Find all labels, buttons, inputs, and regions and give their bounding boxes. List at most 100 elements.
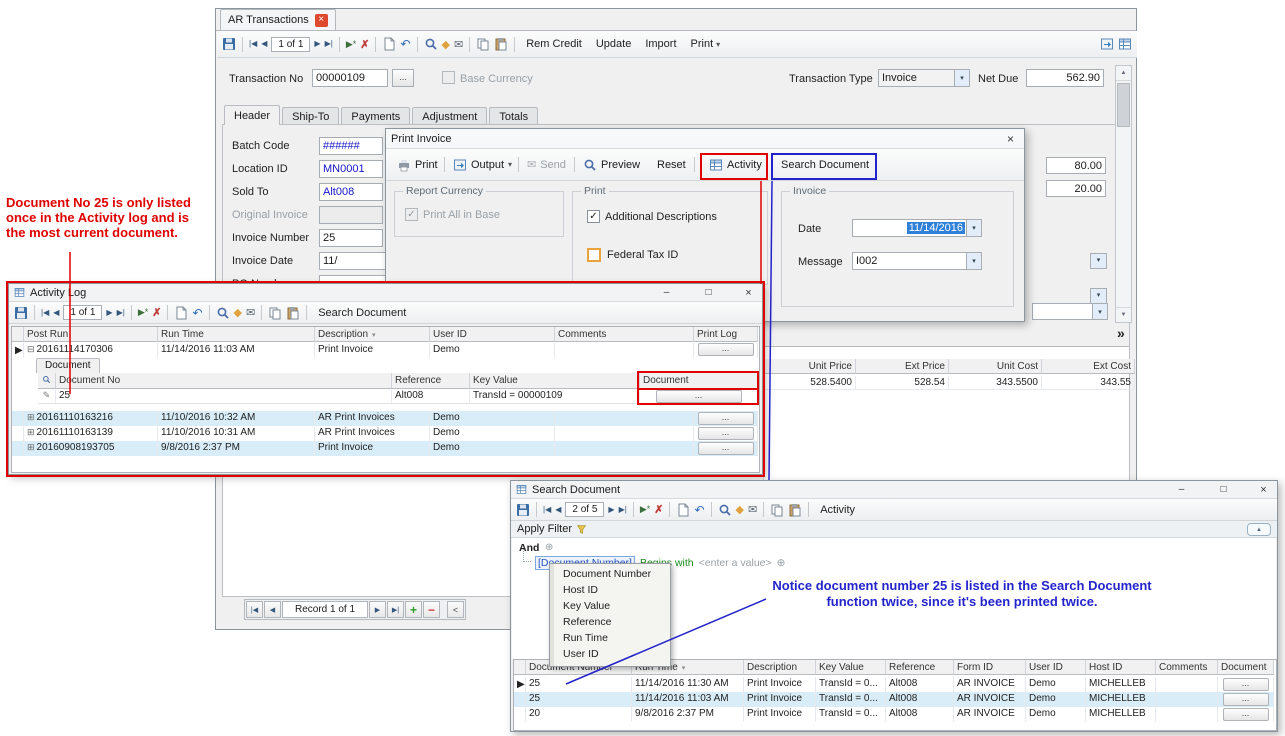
document-button[interactable]: ... [1223,678,1269,691]
nav-last-icon[interactable]: ▶| [325,37,333,51]
delete-record-button[interactable]: − [423,601,440,618]
tab-ship-to[interactable]: Ship-To [282,107,339,125]
transaction-no-input[interactable]: 00000109 [312,69,388,87]
nav-next-icon[interactable]: ▶ [314,37,320,51]
table-row[interactable]: ▶ 25 11/14/2016 11:30 AM Print Invoice T… [514,677,1274,692]
activity-log-titlebar[interactable]: Activity Log [9,284,762,302]
save-icon[interactable] [14,306,28,320]
location-id-input[interactable]: MN0001 [319,160,383,178]
email-icon[interactable]: ✉ [748,503,757,516]
nav-first-icon[interactable]: |◀ [543,503,551,517]
new-page-icon[interactable] [676,503,690,517]
preview-icon[interactable] [424,37,438,51]
more-columns-chevron[interactable]: » [1117,325,1125,341]
nav-last-icon[interactable]: ▶| [619,503,627,517]
dialog-close-icon[interactable]: × [1003,132,1018,146]
col-header-unit-price[interactable]: Unit Price [763,359,856,374]
save-icon[interactable] [516,503,530,517]
copy-icon[interactable] [268,306,282,320]
copy-icon[interactable] [476,37,490,51]
collapse-filter-button[interactable]: ▲ [1247,523,1271,536]
new-page-icon[interactable] [174,306,188,320]
print-menu-button[interactable]: Print ▾ [686,38,726,50]
table-row[interactable]: ▶ ⊟20161114170306 11/14/2016 11:03 AM Pr… [12,343,758,358]
print-button[interactable]: Print [394,154,441,175]
preview-icon[interactable] [718,503,732,517]
delete-icon[interactable]: ✗ [152,306,161,319]
search-document-button[interactable]: Search Document [313,307,411,319]
collapse-icon[interactable]: ⊟ [27,344,35,354]
chevron-down-icon[interactable]: ▾ [1092,304,1107,319]
document-button[interactable]: ... [1223,708,1269,721]
import-button[interactable]: Import [640,38,681,50]
help-icon[interactable]: ◆ [234,306,242,319]
close-icon[interactable]: × [741,286,756,300]
col-header-description[interactable]: Description▾ [315,327,430,342]
collapse-panel-button[interactable]: < [447,601,464,618]
minimize-icon[interactable]: – [1174,483,1189,497]
menu-item-key-value[interactable]: Key Value [550,598,670,614]
tab-totals[interactable]: Totals [489,107,538,125]
tab-ar-transactions[interactable]: AR Transactions × [220,9,336,30]
print-log-button[interactable]: ... [698,343,754,356]
paste-icon[interactable] [286,306,300,320]
help-icon[interactable]: ◆ [736,503,744,516]
nav-first-icon[interactable]: |◀ [249,37,257,51]
combo-stub[interactable]: ▾ [1032,303,1108,320]
dropdown-stub-1[interactable]: ▾ [1090,253,1107,269]
col-header-run-time[interactable]: Run Time [158,327,315,342]
print-invoice-titlebar[interactable]: Print Invoice [386,129,1024,149]
col-header-reference[interactable]: Reference [886,660,954,675]
preview-button[interactable]: Preview [580,154,643,175]
sold-to-input[interactable]: Alt008 [319,183,383,201]
nav-next-icon[interactable]: ▶ [106,306,112,320]
document-subtab[interactable]: Document [36,358,100,373]
menu-item-user-id[interactable]: User ID [550,646,670,662]
maximize-icon[interactable]: □ [701,286,716,300]
col-header-ext-price[interactable]: Ext Price [856,359,949,374]
scrollbar-thumb[interactable] [1117,83,1130,127]
paste-icon[interactable] [788,503,802,517]
table-row[interactable]: ⊞20161110163139 11/10/2016 10:31 AM AR P… [12,426,758,441]
transaction-type-combo[interactable]: Invoice ▾ [878,69,970,87]
print-log-button[interactable]: ... [698,412,754,425]
apply-filter-label[interactable]: Apply Filter [517,523,572,535]
add-condition-icon[interactable]: ⊕ [545,542,553,553]
nav-next-icon[interactable]: ▶ [608,503,614,517]
menu-item-host-id[interactable]: Host ID [550,582,670,598]
federal-tax-id-checkbox[interactable] [587,248,601,262]
close-icon[interactable]: × [1256,483,1271,497]
record-next-button[interactable]: ▶ [369,601,386,618]
undo-icon[interactable]: ↶ [400,37,410,51]
new-record-icon[interactable]: ▶* [640,504,650,515]
col-header-form-id[interactable]: Form ID [954,660,1026,675]
table-row[interactable]: 25 11/14/2016 11:03 AM Print Invoice Tra… [514,692,1274,707]
additional-descriptions-checkbox[interactable]: ✓ [587,210,600,223]
chevron-down-icon[interactable]: ▾ [954,70,969,86]
col-header-comments[interactable]: Comments [1156,660,1218,675]
chevron-down-icon[interactable]: ▾ [966,220,981,236]
tab-payments[interactable]: Payments [341,107,410,125]
record-first-button[interactable]: |◀ [246,601,263,618]
base-currency-checkbox[interactable] [442,71,455,84]
col-header-ext-cost[interactable]: Ext Cost [1042,359,1135,374]
reset-button[interactable]: Reset [654,154,689,175]
maximize-icon[interactable]: □ [1216,483,1231,497]
col-header-comments[interactable]: Comments [555,327,694,342]
paste-icon[interactable] [494,37,508,51]
email-icon[interactable]: ✉ [454,38,463,51]
form-icon[interactable] [1118,37,1132,51]
nav-last-icon[interactable]: ▶| [117,306,125,320]
export-icon[interactable] [1100,37,1114,51]
help-icon[interactable]: ◆ [442,38,450,51]
tab-header[interactable]: Header [224,105,280,125]
message-combo[interactable]: I002 ▾ [852,252,982,270]
save-icon[interactable] [222,37,236,51]
output-button[interactable]: Output ▾ [450,154,515,175]
document-button[interactable]: ... [1223,693,1269,706]
scrollbar-down-icon[interactable]: ▼ [1116,307,1131,322]
col-header-key-value[interactable]: Key Value [816,660,886,675]
col-header-document-no[interactable]: Document No [56,373,392,389]
col-header-unit-cost[interactable]: Unit Cost [949,359,1042,374]
col-header-print-log[interactable]: Print Log [694,327,758,342]
